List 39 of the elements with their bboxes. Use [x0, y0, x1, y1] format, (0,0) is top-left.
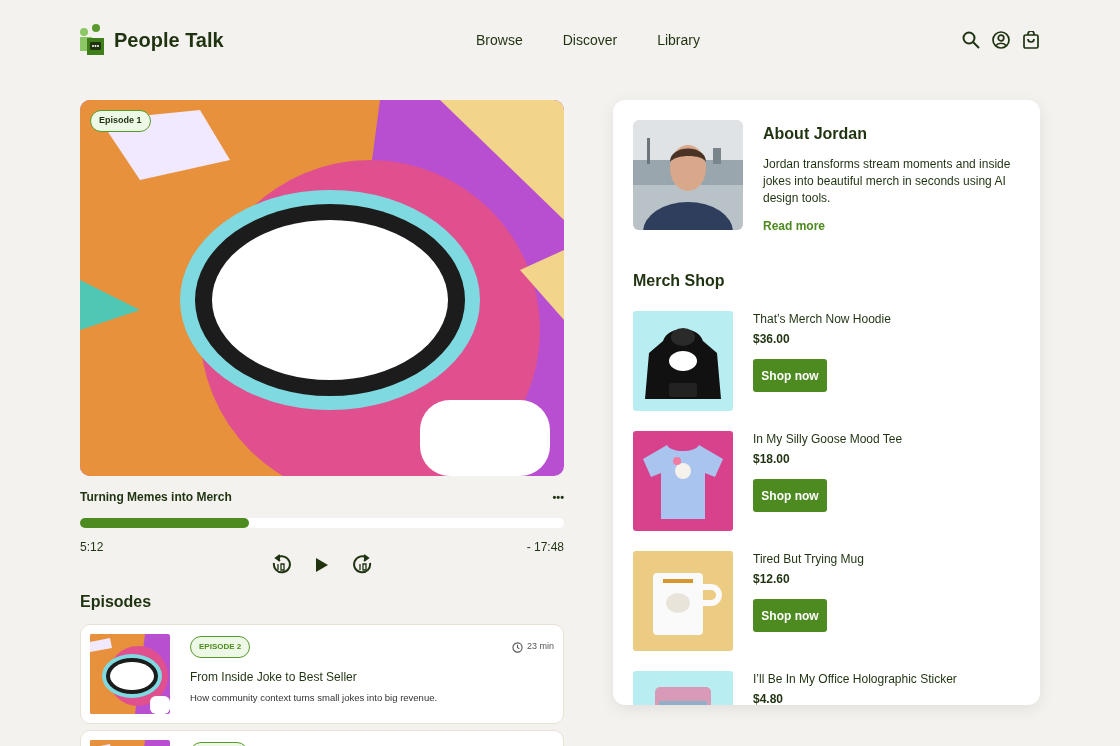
section-heading: Episodes [80, 592, 153, 612]
section-heading: Merch Shop [633, 271, 726, 291]
rewind-10-icon[interactable] [271, 554, 291, 576]
search-icon[interactable] [962, 31, 980, 49]
nav-link[interactable]: Browse [476, 29, 523, 51]
product-price: $12.60 [753, 571, 791, 587]
progress-track[interactable] [80, 518, 564, 528]
episode-title: From Inside Joke to Best Seller [190, 669, 358, 686]
product-name: In My Silly Goose Mood Tee [753, 431, 903, 447]
product-name: Tired But Trying Mug [753, 551, 864, 567]
elapsed-time: 5:12 [80, 539, 104, 556]
product-price: $36.00 [753, 331, 791, 347]
product-name: That’s Merch Now Hoodie [753, 311, 891, 327]
about-heading: About Jordan [763, 124, 868, 144]
nav-link[interactable]: Library [657, 29, 700, 51]
logo-icon [80, 24, 106, 56]
read-more-link[interactable]: Read more [763, 217, 1020, 235]
remaining-time: - 17:48 [526, 539, 564, 556]
account-icon[interactable] [992, 31, 1010, 49]
play-icon[interactable] [315, 557, 329, 573]
shop-now-button[interactable]: Shop now [753, 359, 827, 392]
more-button[interactable]: ••• [552, 488, 564, 506]
episode-card[interactable]: EPISODE 2 23 min From Inside Joke to Best Seller How community context turns small jokes into big revenue. [80, 624, 564, 724]
product-price: $4.80 [753, 691, 785, 705]
episode-badge: Episode 1 [90, 110, 151, 132]
episode-description: How community context turns small jokes into big revenue. [190, 691, 439, 705]
shopping-bag-icon[interactable] [1022, 31, 1040, 49]
episode-badge: EPISODE 2 [190, 636, 251, 658]
forward-10-icon[interactable] [353, 554, 373, 576]
brand-name: People Talk [114, 28, 224, 53]
shop-now-button[interactable]: Shop now [753, 599, 827, 632]
episode-duration: 23 min [527, 640, 554, 654]
episode-title: Turning Memes into Merch [80, 489, 232, 506]
product-name: I’ll Be In My Office Holographic Sticker [753, 671, 957, 687]
product-price: $18.00 [753, 451, 791, 467]
about-text: Jordan transforms stream moments and inside jokes into beautiful merch in seconds using AI design tools. [763, 156, 1012, 207]
shop-now-button[interactable]: Shop now [753, 479, 827, 512]
clock-icon [512, 641, 523, 653]
nav-link[interactable]: Discover [562, 29, 618, 51]
